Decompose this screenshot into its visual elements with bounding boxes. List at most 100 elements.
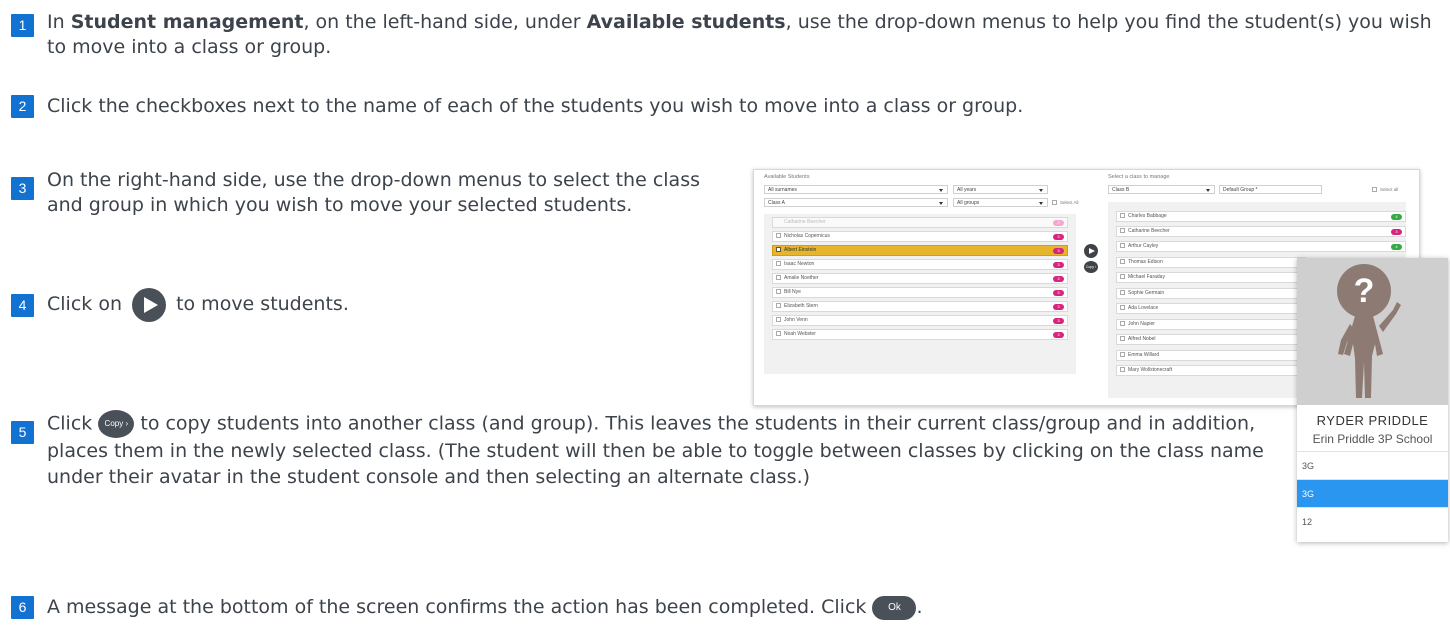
step-text: On the right-hand side, use the drop-dow… [47, 169, 700, 216]
class-option[interactable]: 12 [1297, 507, 1448, 535]
question-mark-person-icon: ? [1337, 264, 1401, 398]
checkbox[interactable] [776, 289, 781, 295]
checkbox[interactable] [1120, 228, 1125, 234]
checkbox[interactable] [1120, 243, 1125, 249]
manage-group-value: Default Group * [1223, 187, 1258, 193]
text-run: Click on [47, 293, 129, 315]
available-students-title: Available Students [764, 174, 810, 180]
step-number: 4 [11, 294, 34, 317]
chevron-down-icon [939, 189, 943, 192]
checkbox[interactable] [1120, 336, 1125, 342]
checkbox[interactable] [1052, 200, 1057, 206]
student-row[interactable]: Catharine Beecher 2 [772, 217, 1068, 228]
checkbox[interactable] [776, 317, 781, 323]
year-filter-select[interactable]: All years [953, 185, 1048, 194]
manage-class-value: Class B [1112, 187, 1130, 193]
manage-group-select[interactable]: Default Group * [1219, 185, 1322, 194]
checkbox[interactable] [1120, 259, 1125, 265]
level-badge: 2 [1053, 220, 1064, 226]
surname-filter-value: All surnames [768, 187, 797, 193]
level-badge: 3 [1053, 318, 1064, 324]
student-name: Charles Babbage [1128, 213, 1167, 219]
select-all-left[interactable]: Select All [1052, 200, 1079, 206]
checkbox[interactable] [776, 261, 781, 267]
student-name: Mary Wollstonecraft [1128, 367, 1173, 373]
student-row[interactable]: Bill Nye 3 [772, 287, 1068, 298]
student-row[interactable]: Sophie Germain [1116, 288, 1306, 299]
checkbox[interactable] [1120, 274, 1125, 280]
level-badge: 3 [1053, 276, 1064, 282]
copy-button[interactable]: Copy › [1084, 261, 1098, 273]
checkbox[interactable] [776, 275, 781, 281]
student-row[interactable]: Charles Babbage 4 [1116, 211, 1406, 222]
student-name: Catharine Beecher [1128, 228, 1170, 234]
student-name: Nicholas Copernicus [784, 233, 830, 239]
student-row[interactable]: Mary Wollstonecraft [1116, 365, 1306, 376]
student-row[interactable]: Thomas Edison [1116, 257, 1306, 268]
checkbox[interactable] [1120, 290, 1125, 296]
svg-text:?: ? [1354, 272, 1375, 310]
student-name: Michael Faraday [1128, 274, 1165, 280]
student-name: Elizabeth Stern [784, 303, 818, 309]
checkbox[interactable] [1120, 367, 1125, 373]
student-row[interactable]: Michael Faraday [1116, 272, 1306, 283]
student-name: Amalie Noether [784, 275, 819, 281]
step-text: Click on to move students. [47, 287, 737, 322]
student-row[interactable]: Isaac Newton 3 [772, 259, 1068, 270]
checkbox[interactable] [1120, 305, 1125, 311]
student-row[interactable]: John Napier [1116, 319, 1306, 330]
checkbox[interactable] [1372, 187, 1377, 193]
checked-checkbox[interactable] [776, 247, 781, 253]
student-row[interactable]: Amalie Noether 3 [772, 273, 1068, 284]
checkbox[interactable] [776, 303, 781, 309]
step-number: 2 [11, 95, 34, 118]
checkbox[interactable] [776, 331, 781, 337]
move-play-icon[interactable] [1084, 244, 1098, 258]
student-row[interactable]: Nicholas Copernicus 3 [772, 231, 1068, 242]
surname-filter-select[interactable]: All surnames [764, 185, 948, 194]
student-name: Emma Willard [1128, 352, 1160, 358]
class-option[interactable]: 3G [1297, 451, 1448, 479]
step-number: 6 [11, 596, 34, 619]
student-row[interactable]: Catharine Beecher 3 [1116, 226, 1406, 237]
step-number: 5 [11, 421, 34, 444]
level-badge: 3 [1053, 290, 1064, 296]
select-all-label: Select All [1060, 200, 1079, 205]
checkbox[interactable] [776, 233, 781, 239]
step-text: A message at the bottom of the screen co… [47, 593, 1442, 621]
class-filter-select[interactable]: Class A [764, 198, 948, 207]
avatar: ? [1297, 258, 1448, 405]
class-option-active[interactable]: 3G [1297, 479, 1448, 507]
checkbox[interactable] [1120, 321, 1125, 327]
student-avatar-card: ? RYDER PRIDDLE Erin Priddle 3P School 3… [1297, 258, 1448, 542]
student-row[interactable]: John Venn 3 [772, 315, 1068, 326]
text-run: , on the left-hand side, under [303, 11, 587, 33]
group-filter-select[interactable]: All groups [953, 198, 1048, 207]
student-row[interactable]: Emma Willard [1116, 350, 1306, 361]
group-filter-value: All groups [957, 200, 980, 206]
year-filter-value: All years [957, 187, 977, 193]
student-row[interactable]: Elizabeth Stern 3 [772, 301, 1068, 312]
student-row[interactable]: Alfred Nobel [1116, 334, 1306, 345]
level-badge: 4 [1391, 214, 1402, 220]
student-name: Ada Lovelace [1128, 305, 1159, 311]
chevron-down-icon [1039, 202, 1043, 205]
checkbox[interactable] [1120, 213, 1125, 219]
student-row[interactable]: Noah Webster 3 [772, 329, 1068, 340]
step-number: 3 [11, 177, 34, 200]
manage-class-select[interactable]: Class B [1108, 185, 1215, 194]
ui-term-available-students: Available students [586, 11, 786, 33]
copy-button[interactable]: Copy › [98, 410, 135, 438]
ok-button[interactable]: Ok [872, 595, 917, 620]
move-play-icon[interactable] [132, 287, 167, 322]
select-all-right[interactable]: Select all [1372, 187, 1399, 193]
student-name: John Venn [784, 317, 808, 323]
step-text: Click the checkboxes next to the name of… [47, 95, 1024, 117]
text-run: to copy students into another class (and… [47, 412, 1264, 489]
student-row[interactable]: Ada Lovelace [1116, 303, 1306, 314]
checkbox[interactable] [1120, 352, 1125, 358]
student-name: Albert Einstein [784, 247, 817, 253]
student-row[interactable]: Arthur Cayley 4 [1116, 241, 1406, 252]
student-row-selected[interactable]: Albert Einstein 3 [772, 245, 1068, 256]
select-all-label: Select all [1380, 187, 1399, 192]
